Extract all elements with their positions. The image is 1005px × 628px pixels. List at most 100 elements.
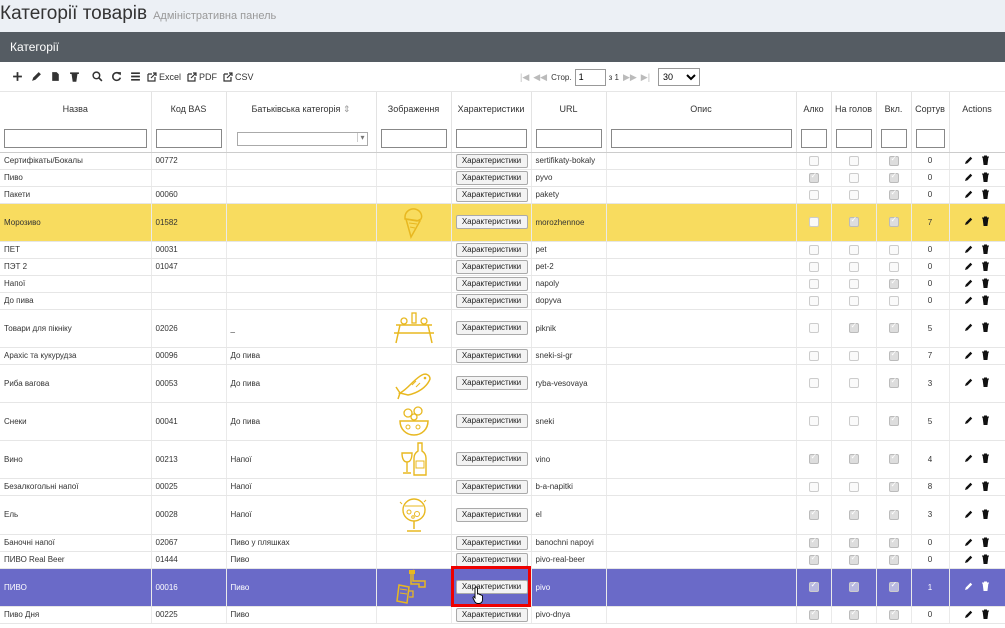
main-checkbox[interactable] [848,321,859,333]
edit-icon[interactable] [964,155,973,165]
main-checkbox[interactable] [848,189,859,200]
main-checkbox[interactable] [848,481,859,492]
table-row[interactable]: Вино00213Напої Характеристикиvino 4 [0,440,1005,479]
edit-icon[interactable] [964,261,973,271]
alco-checkbox[interactable] [808,189,819,200]
edit-icon[interactable] [964,244,973,254]
table-row[interactable]: Товари для пікніку 02026 _ Характеристики pi… [0,309,1005,348]
edit-icon[interactable] [964,415,973,425]
delete-icon[interactable] [981,581,990,591]
enabled-checkbox[interactable] [888,188,899,200]
col-parent[interactable]: Батьківська категорія ⇕ [226,92,377,126]
main-checkbox[interactable] [848,278,859,289]
col-desc[interactable]: Опис [606,92,797,126]
edit-icon[interactable] [964,537,973,547]
filter-url-input[interactable] [535,129,602,149]
filter-name-input[interactable] [4,129,147,149]
edit-icon[interactable] [964,481,973,491]
filter-parent-select[interactable] [236,131,368,146]
enabled-checkbox[interactable] [888,480,899,492]
table-row[interactable]: Баночні напої 02067 Пиво у пляшках Характер… [0,534,1005,552]
main-checkbox[interactable] [848,553,859,565]
edit-icon[interactable] [964,509,973,519]
plus-icon[interactable] [10,70,24,84]
alco-checkbox[interactable] [808,278,819,289]
enabled-checkbox[interactable] [888,580,899,592]
export-csv-link[interactable]: CSV [223,72,254,82]
delete-icon[interactable] [981,189,990,199]
characteristics-button[interactable]: Характеристики [455,607,528,622]
edit-icon[interactable] [964,554,973,564]
delete-icon[interactable] [981,278,990,288]
search-icon[interactable] [90,70,104,84]
main-checkbox[interactable] [848,378,859,388]
enabled-checkbox[interactable] [888,508,899,520]
enabled-checkbox[interactable] [888,244,899,255]
characteristics-button[interactable]: Характеристики [455,535,528,550]
table-row[interactable]: Напої Характеристикиnapoly 0 [0,275,1005,293]
delete-icon[interactable] [981,350,990,360]
table-row[interactable]: Безалкогольні напої 00025 Напої Характерист… [0,478,1005,496]
alco-checkbox[interactable] [808,536,819,548]
alco-checkbox[interactable] [808,580,819,592]
enabled-checkbox[interactable] [888,608,899,620]
alco-checkbox[interactable] [808,350,819,361]
alco-checkbox[interactable] [808,244,819,255]
filter-chars-input[interactable] [455,129,527,149]
delete-icon[interactable] [981,453,990,463]
edit-icon[interactable] [964,322,973,332]
enabled-checkbox[interactable] [888,553,899,565]
main-checkbox[interactable] [848,244,859,255]
main-checkbox[interactable] [848,452,859,464]
delete-icon[interactable] [981,244,990,254]
edit-icon[interactable] [964,581,973,591]
columns-icon[interactable] [128,70,142,84]
col-url[interactable]: URL [531,92,607,126]
delete-icon[interactable] [981,261,990,271]
enabled-checkbox[interactable] [888,321,899,333]
characteristics-button[interactable]: Характеристики [455,215,528,229]
characteristics-button[interactable]: Характеристики [455,321,528,335]
characteristics-button[interactable]: Характеристики [455,293,528,308]
page-size-select[interactable]: 30 [658,68,701,86]
delete-icon[interactable] [981,155,990,165]
alco-checkbox[interactable] [808,261,819,272]
delete-icon[interactable] [981,554,990,564]
export-pdf-link[interactable]: PDF [187,72,217,82]
next-page-icon[interactable]: ▶▶ [623,72,637,83]
characteristics-button[interactable]: Характеристики [455,479,528,494]
enabled-checkbox[interactable] [888,295,899,306]
col-name[interactable]: Назва [0,92,152,126]
col-image[interactable]: Зображення [376,92,452,126]
alco-checkbox[interactable] [808,608,819,620]
delete-icon[interactable] [981,509,990,519]
table-row[interactable]: ПЕТ 00031 Характеристики pet 0 [0,241,1005,259]
alco-checkbox[interactable] [808,295,819,306]
edit-icon[interactable] [964,216,973,226]
col-alco[interactable]: Алко [796,92,832,126]
characteristics-button[interactable]: Характеристики [455,507,528,522]
delete-icon[interactable] [981,481,990,491]
filter-alco-input[interactable] [800,129,827,149]
trash-icon[interactable] [67,70,81,84]
filter-image-input[interactable] [380,129,447,149]
characteristics-button[interactable]: Характеристики [455,376,528,390]
col-enabled[interactable]: Вкл. [876,92,912,126]
delete-icon[interactable] [981,322,990,332]
table-row[interactable]: Морозиво01582 Характеристикиmorozhennoe 7 [0,203,1005,242]
main-checkbox[interactable] [848,261,859,272]
enabled-checkbox[interactable] [888,376,899,388]
alco-checkbox[interactable] [808,171,819,183]
alco-checkbox[interactable] [808,481,819,492]
main-checkbox[interactable] [848,608,859,620]
edit-icon[interactable] [964,295,973,305]
characteristics-button[interactable]: Характеристики [455,552,528,567]
table-row[interactable]: До пива Характеристики dopyva 0 [0,292,1005,310]
main-checkbox[interactable] [848,172,859,183]
col-main[interactable]: На голов [831,92,877,126]
delete-icon[interactable] [981,537,990,547]
main-checkbox[interactable] [848,580,859,592]
filter-enabled-input[interactable] [880,129,907,149]
characteristics-button[interactable]: Характеристики [455,348,528,363]
col-chars[interactable]: Характеристики [451,92,532,126]
